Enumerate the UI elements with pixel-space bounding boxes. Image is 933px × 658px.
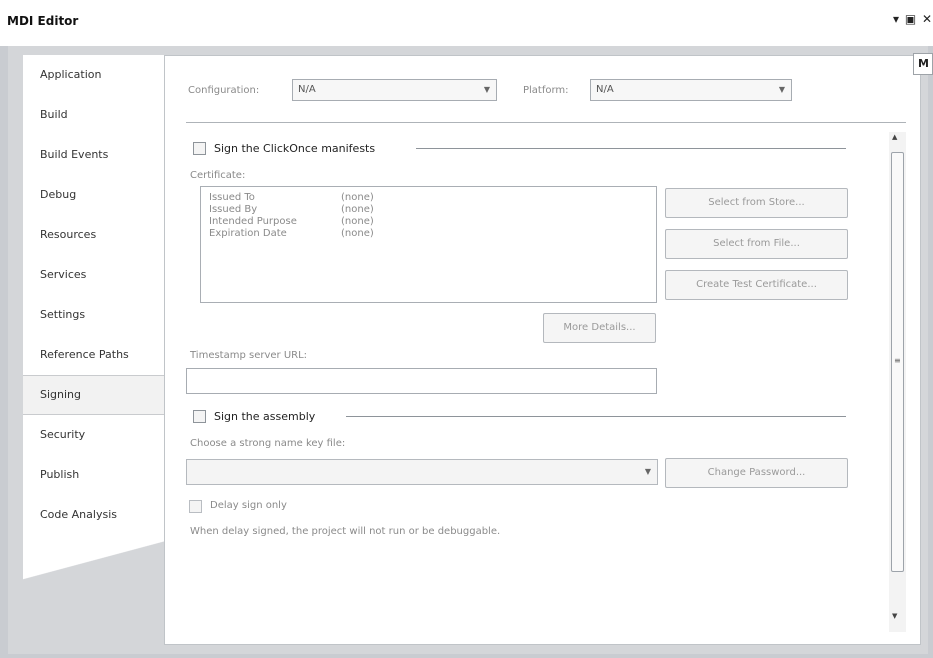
create-test-certificate-button[interactable]: Create Test Certificate... [665,270,848,300]
window-controls[interactable]: ▾ ▣ ✕ [893,12,933,26]
timestamp-url-input[interactable] [186,368,657,394]
platform-label: Platform: [523,85,569,96]
sidebar-item-code-analysis[interactable]: Code Analysis [23,495,164,535]
chevron-down-icon: ▼ [644,467,651,476]
window-title: MDI Editor [7,14,79,28]
cert-field-value: (none) [341,228,374,239]
sign-assembly-label[interactable]: Sign the assembly [214,410,315,423]
more-details-button[interactable]: More Details... [543,313,656,343]
change-password-button[interactable]: Change Password... [665,458,848,488]
sign-clickonce-label[interactable]: Sign the ClickOnce manifests [214,142,375,155]
sign-assembly-checkbox[interactable] [193,410,206,423]
sidebar-item-application[interactable]: Application [23,55,164,95]
select-from-file-button[interactable]: Select from File... [665,229,848,259]
sidebar-item-build[interactable]: Build [23,95,164,135]
delay-sign-checkbox[interactable] [189,500,202,513]
sidebar-item-signing[interactable]: Signing [23,375,166,415]
sidebar-item-build-events[interactable]: Build Events [23,135,164,175]
chevron-down-icon: ▼ [778,85,785,94]
cert-field-value: (none) [341,216,374,227]
configuration-dropdown[interactable]: N/A ▼ [292,79,497,101]
key-file-dropdown[interactable]: ▼ [186,459,658,485]
certificate-label: Certificate: [190,170,246,181]
sign-clickonce-checkbox[interactable] [193,142,206,155]
sidebar-item-services[interactable]: Services [23,255,164,295]
key-file-label: Choose a strong name key file: [190,438,346,449]
sidebar-item-reference-paths[interactable]: Reference Paths [23,335,164,375]
select-from-store-button[interactable]: Select from Store... [665,188,848,218]
chevron-down-icon: ▼ [483,85,490,94]
delay-sign-label[interactable]: Delay sign only [210,500,287,511]
cert-field-name: Intended Purpose [209,216,297,227]
delay-sign-note: When delay signed, the project will not … [190,526,501,537]
configuration-value: N/A [298,84,316,95]
section-divider [416,148,846,149]
cert-field-name: Issued By [209,204,258,215]
platform-dropdown[interactable]: N/A ▼ [590,79,792,101]
sidebar-item-resources[interactable]: Resources [23,215,164,255]
scroll-up-icon[interactable]: ▲ [892,133,897,141]
scroll-down-icon[interactable]: ▼ [892,612,897,620]
title-bar [0,0,933,46]
section-divider [346,416,846,417]
timestamp-label: Timestamp server URL: [190,350,308,361]
sidebar-item-settings[interactable]: Settings [23,295,164,335]
cert-field-value: (none) [341,192,374,203]
cert-field-name: Issued To [209,192,255,203]
certificate-details-box [200,186,657,303]
configuration-label: Configuration: [188,85,260,96]
cert-field-value: (none) [341,204,374,215]
side-tab[interactable]: M [913,53,933,75]
sidebar-item-security[interactable]: Security [23,415,164,455]
scroll-grip-icon: ≡ [894,356,901,365]
sidebar-item-publish[interactable]: Publish [23,455,164,495]
platform-value: N/A [596,84,614,95]
header-separator [186,122,906,123]
sidebar-item-debug[interactable]: Debug [23,175,164,215]
cert-field-name: Expiration Date [209,228,287,239]
